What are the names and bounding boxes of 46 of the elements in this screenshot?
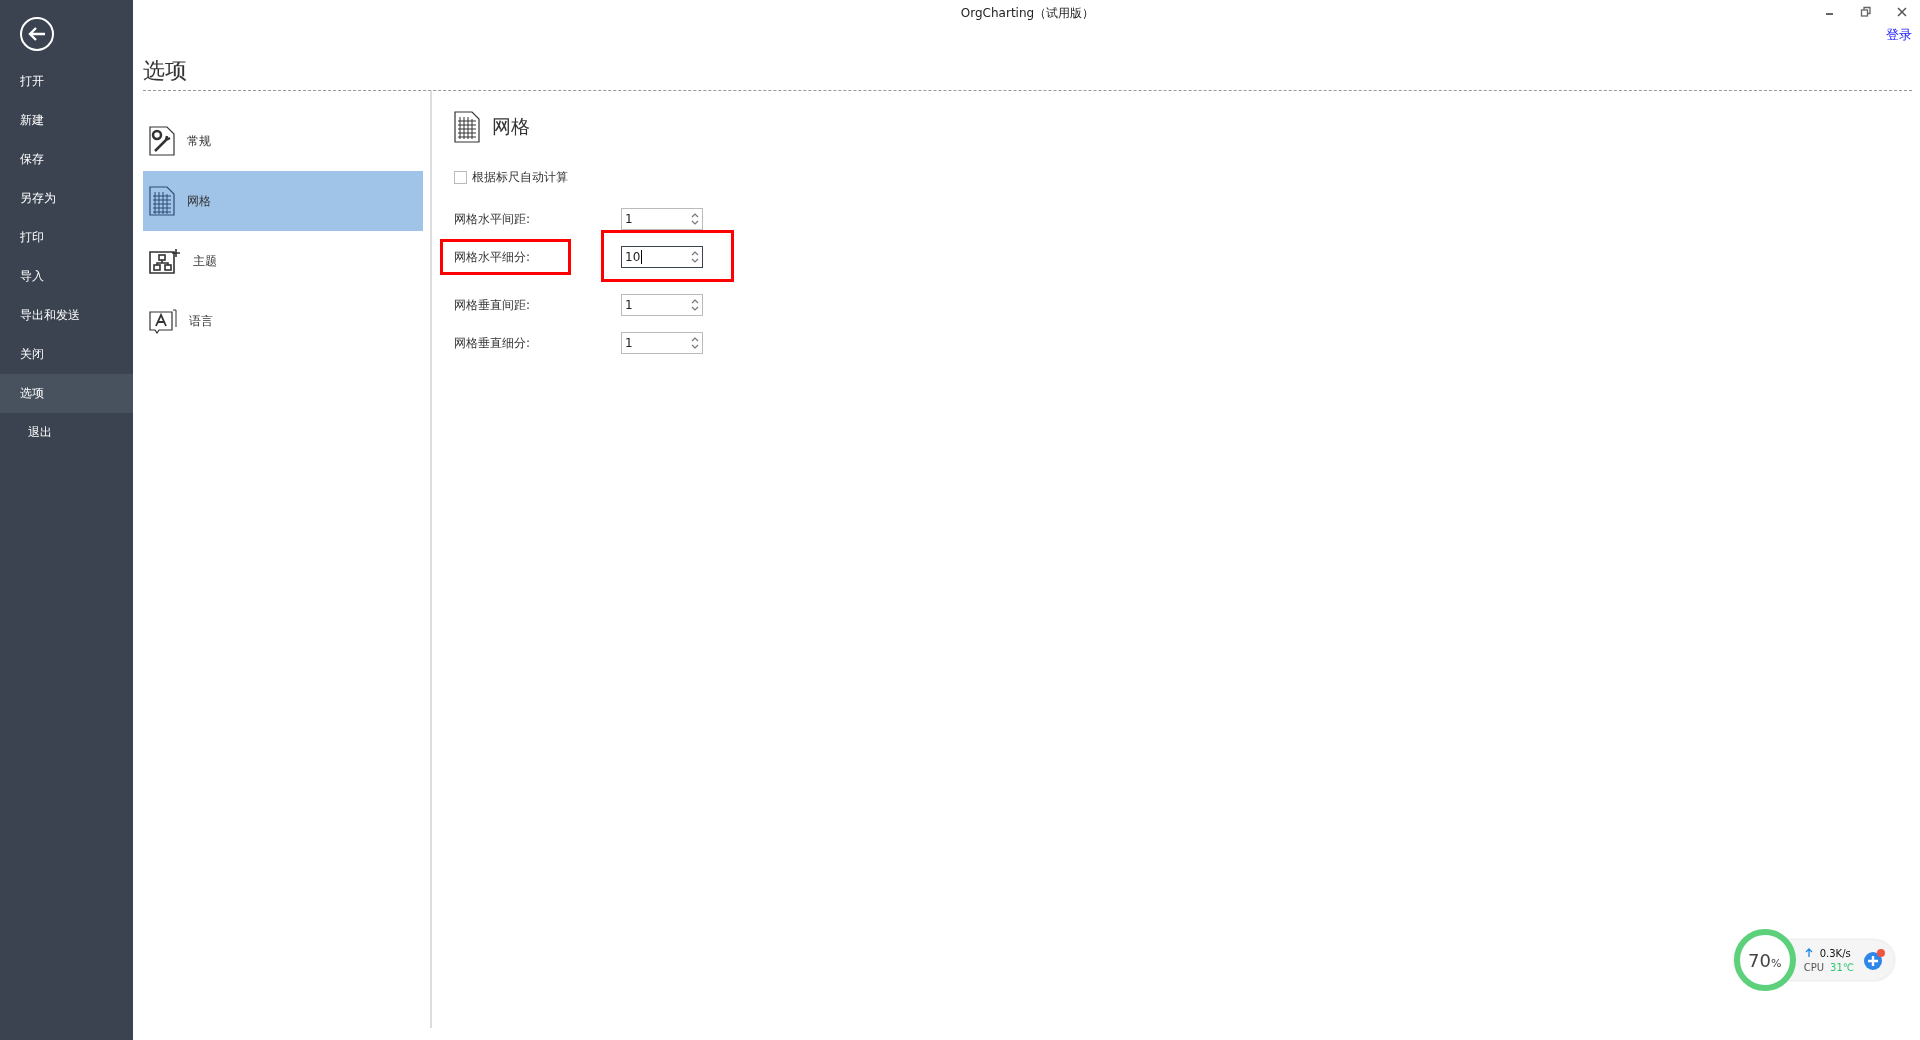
back-button[interactable] (18, 16, 56, 54)
nav-item[interactable]: 保存 (0, 140, 133, 179)
field-label: 网格垂直间距: (454, 296, 531, 314)
checkbox-label: 根据标尺自动计算 (472, 169, 568, 186)
spinner-arrows-icon[interactable] (691, 336, 699, 350)
close-icon[interactable] (1896, 6, 1908, 18)
plus-icon[interactable] (1862, 948, 1886, 972)
nav-item[interactable]: 退出 (0, 413, 133, 452)
field-label: 网格垂直细分: (454, 334, 531, 352)
org-chart-icon (149, 248, 181, 274)
spinner-arrows-icon[interactable] (691, 250, 699, 264)
window-title: OrgCharting（试用版） (960, 4, 1095, 22)
number-field[interactable]: 1 (621, 208, 703, 230)
login-link[interactable]: 登录 (1886, 26, 1912, 50)
language-icon (149, 308, 177, 334)
spinner-arrows-icon[interactable] (691, 212, 699, 226)
number-field[interactable]: 10 (621, 246, 703, 268)
page-title: 选项 (143, 56, 1912, 91)
restore-icon[interactable] (1860, 6, 1872, 18)
grid-document-icon (149, 186, 175, 216)
field-label: 网格水平细分: (454, 248, 531, 266)
checkbox[interactable] (454, 171, 467, 184)
category-item[interactable]: 常规 (143, 111, 423, 171)
category-item[interactable]: 语言 (143, 291, 423, 351)
nav-item[interactable]: 导入 (0, 257, 133, 296)
panel-title: 网格 (492, 114, 530, 139)
upload-arrow-icon (1803, 948, 1814, 958)
category-item[interactable]: 主题 (143, 231, 423, 291)
nav-item[interactable]: 新建 (0, 101, 133, 140)
nav-item[interactable]: 另存为 (0, 179, 133, 218)
nav-item[interactable]: 导出和发送 (0, 296, 133, 335)
category-item[interactable]: 网格 (143, 171, 423, 231)
cpu-label: CPU (1803, 961, 1825, 973)
network-speed: 0.3K/s (1819, 947, 1851, 959)
number-field[interactable]: 1 (621, 294, 703, 316)
field-label: 网格水平间距: (454, 210, 531, 228)
cpu-temperature: 31℃ (1830, 961, 1854, 973)
grid-document-icon (454, 111, 480, 143)
memory-gauge: 70% (1733, 929, 1796, 991)
spinner-arrows-icon[interactable] (691, 298, 699, 312)
nav-item[interactable]: 选项 (0, 374, 133, 413)
nav-item[interactable]: 打印 (0, 218, 133, 257)
nav-item[interactable]: 打开 (0, 62, 133, 101)
nav-item[interactable]: 关闭 (0, 335, 133, 374)
number-field[interactable]: 1 (621, 332, 703, 354)
wrench-gear-icon (149, 126, 175, 156)
